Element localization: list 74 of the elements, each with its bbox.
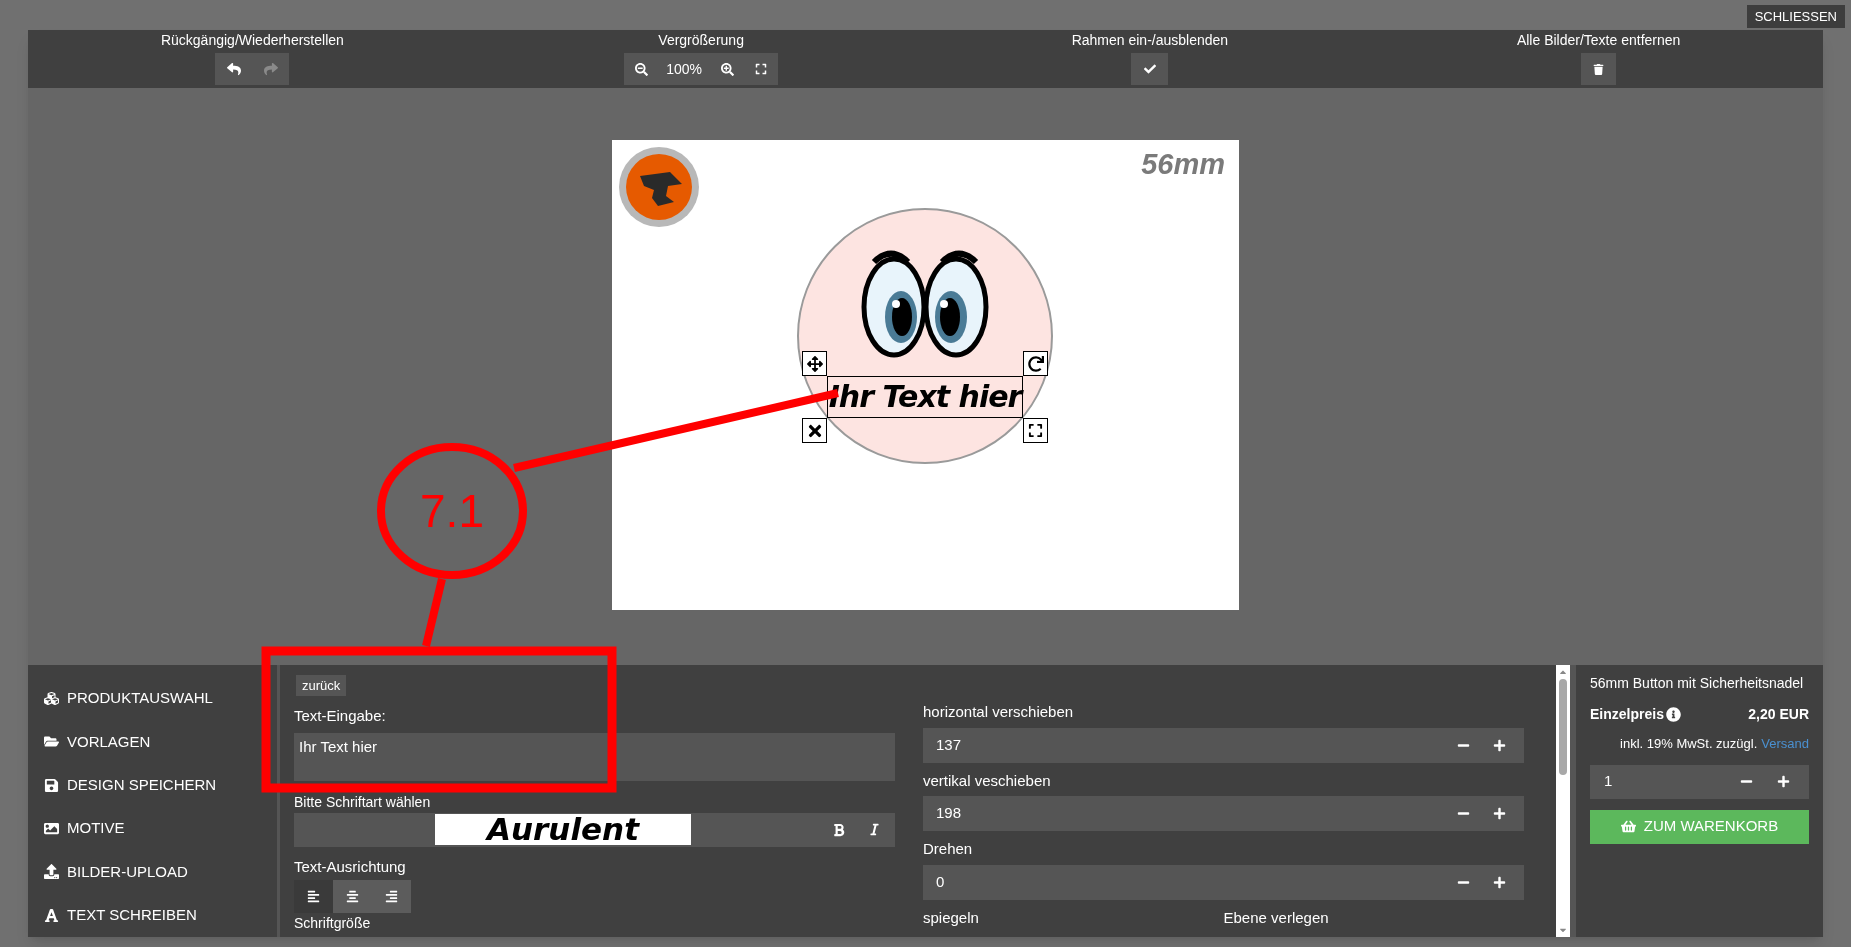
letter-icon [44, 907, 59, 923]
align-button[interactable] [294, 879, 333, 913]
move-handle[interactable] [802, 351, 827, 376]
cubes-icon [44, 691, 59, 707]
delete-handle[interactable] [802, 418, 827, 443]
leader-line [422, 578, 446, 647]
align-right-icon [385, 889, 398, 903]
rotate-handle[interactable] [1023, 351, 1048, 376]
resize-handle[interactable] [1023, 418, 1048, 443]
field-label: Ebene verlegen [1223, 907, 1330, 928]
font-picker[interactable]: Aurulent [435, 814, 691, 845]
annotation-label: 7.1 [420, 485, 484, 537]
scrollbar-thumb[interactable] [1559, 679, 1567, 775]
delete-all-button[interactable] [1581, 53, 1617, 85]
plus-icon[interactable] [1493, 738, 1506, 752]
align-center-icon [346, 889, 359, 903]
toolbar-label: Vergrößerung [658, 33, 744, 47]
resize-icon [1028, 423, 1043, 438]
number-field[interactable]: 137 [923, 727, 1524, 763]
undo-icon [226, 62, 241, 76]
sidebar-item[interactable]: DESIGN SPEICHERN [28, 763, 277, 807]
trash-icon [1593, 63, 1605, 75]
plus-icon[interactable] [1493, 875, 1506, 889]
redo-icon [263, 62, 278, 76]
quantity-field[interactable]: 1 [1590, 764, 1809, 799]
field-label: Text-Ausrichtung [294, 858, 407, 874]
move-icon [806, 355, 823, 372]
toolbar-label: Rückgängig/Wiederherstellen [160, 33, 344, 47]
size-label: 56mm [1141, 150, 1225, 179]
check-icon [1143, 63, 1156, 75]
image-icon [44, 821, 59, 837]
info-icon[interactable] [1665, 707, 1681, 722]
number-field[interactable]: 198 [923, 796, 1524, 831]
sidebar-item[interactable]: PRODUKTAUSWAHL [28, 677, 277, 721]
toolbar-label: Alle Bilder/Texte entfernen [1516, 33, 1681, 47]
price: 2,20 EUR [1748, 705, 1809, 724]
field-label: Schriftgröße [294, 915, 372, 930]
back-button[interactable]: zurück [296, 675, 347, 696]
toolbar-label: Rahmen ein-/ausblenden [1071, 33, 1229, 47]
sidebar-item[interactable]: BILDER-UPLOAD [28, 850, 277, 894]
price-label: Einzelpreis [1590, 705, 1664, 724]
close-button[interactable]: SCHLIESSEN [1746, 5, 1845, 28]
field-label: vertikal veschieben [923, 770, 1052, 791]
tax-note: inkl. 19% MwSt. zuzügl. [1620, 735, 1758, 753]
field-label: horizontal verschieben [923, 702, 1075, 722]
product-title: 56mm Button mit Sicherheitsnadel [1590, 674, 1805, 693]
field-label: Bitte Schriftart wählen [294, 794, 431, 809]
sidebar-item[interactable]: MOTIVE [28, 807, 277, 851]
plus-icon[interactable] [1777, 775, 1790, 788]
anvil-logo-icon [618, 146, 700, 228]
zoom-value: 100% [665, 59, 704, 79]
number-field[interactable]: 0 [923, 864, 1524, 900]
sidebar-item[interactable]: VORLAGEN [28, 720, 277, 764]
align-left-icon [307, 889, 320, 903]
italic-icon[interactable] [868, 823, 881, 836]
align-button[interactable] [372, 879, 411, 913]
text-input-field[interactable]: Ihr Text hier [294, 732, 895, 781]
plus-icon[interactable] [1493, 807, 1506, 820]
basket-icon [1620, 819, 1636, 834]
upload-icon [44, 864, 59, 880]
frame-toggle-button[interactable] [1131, 53, 1169, 85]
align-button[interactable] [333, 879, 372, 913]
rotate-icon [1027, 355, 1044, 372]
zoom-in-icon [720, 62, 734, 76]
zoom-out-icon [634, 62, 648, 76]
expand-icon [755, 63, 768, 75]
sidebar-item[interactable]: TEXT SCHREIBEN [28, 893, 277, 937]
bold-icon[interactable] [832, 822, 846, 837]
field-label: Drehen [923, 839, 974, 859]
scrollbar[interactable] [1556, 665, 1570, 937]
field-label: Text-Eingabe: [294, 706, 387, 726]
undo-button[interactable] [215, 53, 253, 85]
folder-icon [44, 734, 59, 750]
field-label: spiegeln [923, 907, 980, 928]
